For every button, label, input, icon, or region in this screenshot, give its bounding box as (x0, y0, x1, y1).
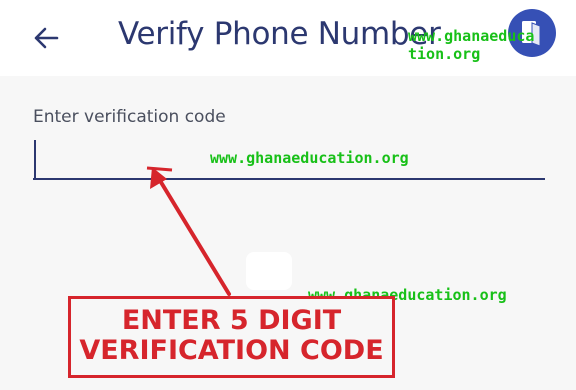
watermark-top-line2: tion.org (408, 45, 481, 63)
arrow-left-icon (34, 27, 59, 49)
instruction-line-1: ENTER 5 DIGIT (121, 305, 342, 336)
app-bar: Verify Phone Number www.ghanaeduca tion.… (0, 0, 576, 76)
verification-code-label: Enter verification code (33, 107, 226, 127)
instruction-callout: ENTER 5 DIGIT VERIFICATION CODE (68, 296, 395, 378)
instruction-line-2: VERIFICATION CODE (79, 335, 384, 366)
watermark-top: www.ghanaeduca tion.org (408, 27, 568, 63)
watermark-top-line1: www.ghanaeduca (408, 27, 535, 45)
blurred-region (246, 252, 292, 290)
back-button[interactable] (26, 18, 66, 58)
page-title: Verify Phone Number (118, 16, 441, 52)
watermark-middle: www.ghanaeducation.org (210, 149, 409, 167)
text-cursor (34, 140, 36, 178)
